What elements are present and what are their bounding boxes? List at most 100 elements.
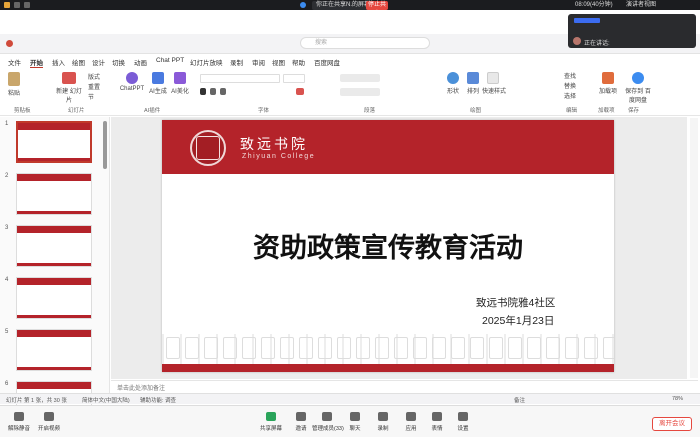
- ai-beautify-icon[interactable]: [174, 72, 186, 84]
- ai-generate-icon[interactable]: [152, 72, 164, 84]
- align-icons[interactable]: [340, 88, 380, 96]
- toolbar-item-9[interactable]: 设置: [448, 410, 478, 432]
- wifi-icon: [14, 2, 20, 8]
- ribbon-group-label-4: 段落: [364, 108, 376, 114]
- addins-icon[interactable]: [602, 72, 614, 84]
- toolbar-item-5[interactable]: 聊天: [340, 410, 370, 432]
- pattern-glyph: [299, 337, 313, 359]
- thumbnail-number: 6: [5, 381, 9, 387]
- menu-item-10[interactable]: 审阅: [252, 57, 265, 67]
- current-slide[interactable]: 致远书院 Zhiyuan College 资助政策宣传教育活动 致远书院雅4社区…: [162, 120, 614, 372]
- menu-item-12[interactable]: 帮助: [292, 57, 305, 67]
- ribbon-group-label-6: 编辑: [566, 108, 578, 114]
- thumbnail-scrollbar[interactable]: [103, 121, 107, 169]
- toolbar-item-1[interactable]: 开启视频: [34, 410, 64, 432]
- menu-item-4[interactable]: 设计: [92, 57, 105, 67]
- arrange-icon[interactable]: [467, 72, 479, 84]
- pattern-glyph: [375, 337, 389, 359]
- reset-button[interactable]: 重置: [88, 82, 100, 91]
- notes-input[interactable]: 单击此处添加备注: [111, 380, 698, 392]
- list-icons[interactable]: [340, 74, 380, 82]
- toolbar-item-0[interactable]: 解除静音: [4, 410, 34, 432]
- menu-item-3[interactable]: 绘图: [72, 57, 85, 67]
- font-name-select[interactable]: [200, 74, 280, 83]
- shape-button[interactable]: 形状: [443, 86, 463, 95]
- slide-thumbnail-pane: 1 2 3 4 5 6: [0, 117, 110, 423]
- signal-icon: [24, 2, 30, 8]
- underline-icon[interactable]: [220, 88, 226, 95]
- toolbar-item-2[interactable]: 共享屏幕: [256, 410, 286, 432]
- menu-item-5[interactable]: 切换: [112, 57, 125, 67]
- quick-style-icon[interactable]: [487, 72, 499, 84]
- slide-thumbnail[interactable]: [16, 329, 92, 371]
- paste-button[interactable]: 粘贴: [4, 88, 24, 97]
- new-slide-button[interactable]: 新建 幻灯片: [55, 86, 83, 104]
- zoom-level[interactable]: 78%: [672, 396, 683, 402]
- menu-item-9[interactable]: 录制: [230, 57, 243, 67]
- notes-toggle[interactable]: 备注: [514, 396, 525, 404]
- slide-thumbnail[interactable]: [16, 225, 92, 267]
- font-size-select[interactable]: [283, 74, 305, 83]
- pattern-glyph: [337, 337, 351, 359]
- meeting-toolbar: 解除静音 开启视频 共享屏幕 邀请 管理成员(33) 聊天 录制 应用 表情 设置: [0, 405, 700, 437]
- slide-header-band: [162, 120, 614, 174]
- baidu-cloud-icon[interactable]: [632, 72, 644, 84]
- slide-thumbnail[interactable]: [16, 173, 92, 215]
- select-button[interactable]: 选择: [564, 91, 576, 100]
- thumbnail-number: 2: [5, 173, 9, 179]
- ai-generate-button[interactable]: AI生成: [148, 86, 168, 95]
- quick-style-button[interactable]: 快速样式: [482, 86, 506, 95]
- menu-item-0[interactable]: 文件: [8, 57, 21, 67]
- menu-item-2[interactable]: 插入: [52, 57, 65, 67]
- section-button[interactable]: 节: [88, 92, 94, 101]
- chatppt-icon[interactable]: [126, 72, 138, 84]
- chatppt-button[interactable]: ChatPPT: [118, 86, 146, 92]
- menu-item-13[interactable]: 百度网盘: [314, 57, 340, 67]
- addins-button[interactable]: 加载项: [598, 86, 618, 95]
- leave-meeting-button[interactable]: 离开会议: [652, 417, 692, 431]
- pattern-glyph: [166, 337, 180, 359]
- toolbar-item-6[interactable]: 录制: [368, 410, 398, 432]
- new-slide-icon[interactable]: [62, 72, 76, 84]
- slide-title: 资助政策宣传教育活动: [253, 233, 523, 264]
- ribbon-group-label-3: 字体: [258, 108, 270, 114]
- menu-item-7[interactable]: Chat PPT: [156, 57, 184, 64]
- ribbon-group-label-1: 幻灯片: [68, 108, 85, 114]
- shape-icon[interactable]: [447, 72, 459, 84]
- speaker-view-button[interactable]: 演讲者视图: [626, 1, 656, 10]
- layout-button[interactable]: 版式: [88, 72, 100, 81]
- toolbar-item-4[interactable]: 管理成员(33): [312, 410, 344, 432]
- slide-thumbnail[interactable]: [16, 121, 92, 163]
- pattern-glyph: [318, 337, 332, 359]
- avatar: [573, 37, 581, 45]
- college-name-cn: 致远书院: [240, 137, 308, 153]
- meeting-clock: 08:09(40分钟): [575, 2, 613, 8]
- menu-item-8[interactable]: 幻灯片放映: [190, 57, 223, 67]
- slide-organizer: 致远书院雅4社区: [476, 297, 556, 309]
- save-baidu-button[interactable]: 保存到 百度网盘: [624, 86, 652, 104]
- stop-share-button[interactable]: 停止共享: [366, 1, 388, 17]
- menu-item-1[interactable]: 开始: [30, 57, 43, 68]
- pattern-glyph: [584, 337, 598, 359]
- replace-button[interactable]: 替换: [564, 81, 576, 90]
- paste-icon[interactable]: [8, 72, 20, 86]
- menu-item-11[interactable]: 视图: [272, 57, 285, 67]
- find-button[interactable]: 查找: [564, 71, 576, 80]
- language-status[interactable]: 简体中文(中国大陆): [82, 396, 130, 404]
- search-input[interactable]: 搜索: [300, 37, 430, 49]
- accessibility-status[interactable]: 辅助功能: 调查: [140, 396, 176, 404]
- slide-thumbnail[interactable]: [16, 277, 92, 319]
- pattern-glyph: [413, 337, 427, 359]
- bold-icon[interactable]: [200, 88, 206, 95]
- pattern-glyph: [185, 337, 199, 359]
- speaking-label: 正在讲话:: [584, 41, 610, 47]
- slide-date: 2025年1月23日: [482, 315, 555, 327]
- vertical-scrollbar[interactable]: [690, 118, 698, 378]
- italic-icon[interactable]: [210, 88, 216, 95]
- pattern-glyph: [280, 337, 294, 359]
- arrange-button[interactable]: 排列: [463, 86, 483, 95]
- menu-item-6[interactable]: 动画: [134, 57, 147, 67]
- slide-footer-band: [162, 364, 614, 372]
- font-color-icon[interactable]: [296, 88, 304, 95]
- ai-beautify-button[interactable]: AI美化: [170, 86, 190, 95]
